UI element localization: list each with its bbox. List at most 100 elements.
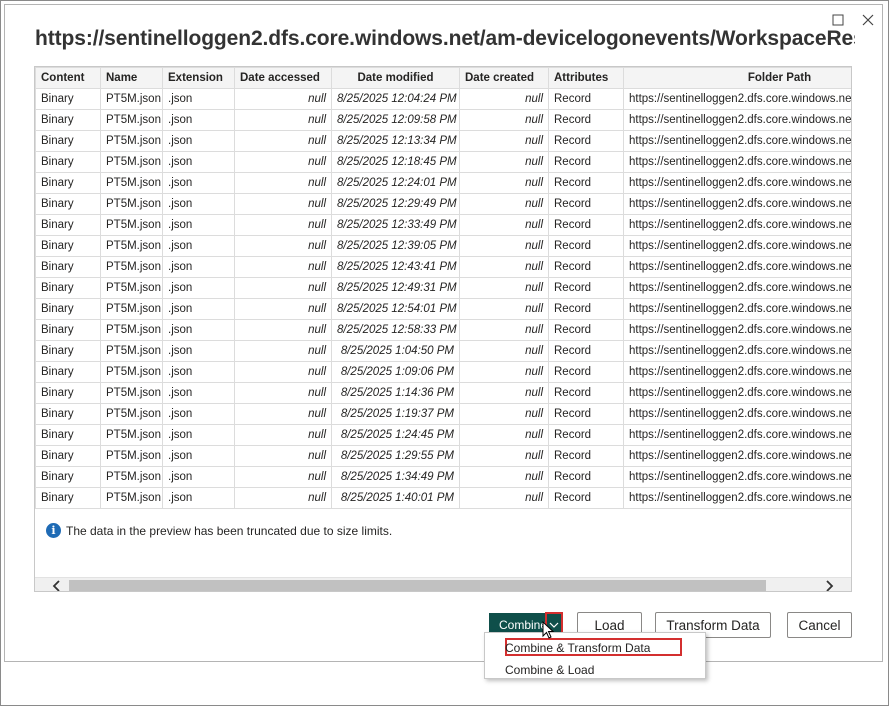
cell-content[interactable]: Binary: [35, 487, 101, 509]
column-header-content[interactable]: Content: [35, 67, 101, 89]
cell-content[interactable]: Binary: [35, 403, 101, 425]
scroll-right-icon[interactable]: [821, 579, 837, 591]
table-row[interactable]: Binary PT5M.json .json null 8/25/2025 12:49:…: [35, 277, 851, 299]
cell-date-created: null: [459, 319, 549, 341]
cell-extension: .json: [162, 361, 235, 383]
cell-content[interactable]: Binary: [35, 445, 101, 467]
cell-attributes[interactable]: Record: [548, 319, 624, 341]
cell-date-accessed: null: [234, 487, 332, 509]
table-row[interactable]: Binary PT5M.json .json null 8/25/2025 1:19:3…: [35, 403, 851, 425]
cell-folder-path: https://sentinelloggen2.dfs.core.windows…: [623, 298, 851, 320]
cell-content[interactable]: Binary: [35, 256, 101, 278]
cancel-button[interactable]: Cancel: [787, 612, 852, 638]
cell-attributes[interactable]: Record: [548, 235, 624, 257]
table-row[interactable]: Binary PT5M.json .json null 8/25/2025 12:43:…: [35, 256, 851, 278]
cell-attributes[interactable]: Record: [548, 256, 624, 278]
column-header-extension[interactable]: Extension: [162, 67, 235, 89]
column-header-name[interactable]: Name: [100, 67, 163, 89]
cell-content[interactable]: Binary: [35, 172, 101, 194]
cell-folder-path: https://sentinelloggen2.dfs.core.windows…: [623, 235, 851, 257]
cell-date-modified: 8/25/2025 12:43:41 PM: [331, 256, 460, 278]
cell-content[interactable]: Binary: [35, 340, 101, 362]
cell-attributes[interactable]: Record: [548, 214, 624, 236]
cell-attributes[interactable]: Record: [548, 277, 624, 299]
cell-date-accessed: null: [234, 361, 332, 383]
cell-content[interactable]: Binary: [35, 319, 101, 341]
cell-content[interactable]: Binary: [35, 466, 101, 488]
table-row[interactable]: Binary PT5M.json .json null 8/25/2025 1:40:0…: [35, 487, 851, 509]
cell-date-modified: 8/25/2025 12:54:01 PM: [331, 298, 460, 320]
table-row[interactable]: Binary PT5M.json .json null 8/25/2025 1:14:3…: [35, 382, 851, 404]
scrollbar-thumb[interactable]: [69, 580, 766, 591]
cell-attributes[interactable]: Record: [548, 193, 624, 215]
cell-extension: .json: [162, 172, 235, 194]
cell-content[interactable]: Binary: [35, 277, 101, 299]
table-row[interactable]: Binary PT5M.json .json null 8/25/2025 1:04:5…: [35, 340, 851, 362]
close-button[interactable]: [859, 11, 879, 31]
cell-attributes[interactable]: Record: [548, 130, 624, 152]
column-header-date-modified[interactable]: Date modified: [331, 67, 460, 89]
cell-content[interactable]: Binary: [35, 424, 101, 446]
dialog-title: https://sentinelloggen2.dfs.core.windows…: [35, 27, 855, 50]
maximize-button[interactable]: [829, 11, 849, 31]
cell-date-created: null: [459, 298, 549, 320]
cell-content[interactable]: Binary: [35, 109, 101, 131]
cell-content[interactable]: Binary: [35, 193, 101, 215]
cell-content[interactable]: Binary: [35, 151, 101, 173]
table-row[interactable]: Binary PT5M.json .json null 8/25/2025 1:09:0…: [35, 361, 851, 383]
horizontal-scrollbar[interactable]: [35, 577, 851, 591]
menu-item-combine-transform[interactable]: Combine & Transform Data: [505, 641, 650, 655]
cell-content[interactable]: Binary: [35, 214, 101, 236]
cell-date-accessed: null: [234, 340, 332, 362]
cell-attributes[interactable]: Record: [548, 109, 624, 131]
table-row[interactable]: Binary PT5M.json .json null 8/25/2025 12:18:…: [35, 151, 851, 173]
cell-content[interactable]: Binary: [35, 382, 101, 404]
column-header-date-accessed[interactable]: Date accessed: [234, 67, 332, 89]
cell-attributes[interactable]: Record: [548, 466, 624, 488]
cell-content[interactable]: Binary: [35, 130, 101, 152]
cell-date-modified: 8/25/2025 12:33:49 PM: [331, 214, 460, 236]
cell-content[interactable]: Binary: [35, 235, 101, 257]
cell-date-created: null: [459, 214, 549, 236]
cell-attributes[interactable]: Record: [548, 340, 624, 362]
cell-extension: .json: [162, 235, 235, 257]
cell-date-accessed: null: [234, 445, 332, 467]
cell-attributes[interactable]: Record: [548, 361, 624, 383]
cell-extension: .json: [162, 277, 235, 299]
cell-folder-path: https://sentinelloggen2.dfs.core.windows…: [623, 445, 851, 467]
table-row[interactable]: Binary PT5M.json .json null 8/25/2025 1:24:4…: [35, 424, 851, 446]
cell-attributes[interactable]: Record: [548, 424, 624, 446]
table-row[interactable]: Binary PT5M.json .json null 8/25/2025 1:34:4…: [35, 466, 851, 488]
table-row[interactable]: Binary PT5M.json .json null 8/25/2025 12:39:…: [35, 235, 851, 257]
cell-attributes[interactable]: Record: [548, 487, 624, 509]
cell-attributes[interactable]: Record: [548, 88, 624, 110]
table-row[interactable]: Binary PT5M.json .json null 8/25/2025 1:29:5…: [35, 445, 851, 467]
cell-attributes[interactable]: Record: [548, 151, 624, 173]
table-row[interactable]: Binary PT5M.json .json null 8/25/2025 12:33:…: [35, 214, 851, 236]
cell-attributes[interactable]: Record: [548, 382, 624, 404]
cell-attributes[interactable]: Record: [548, 445, 624, 467]
cell-content[interactable]: Binary: [35, 361, 101, 383]
column-header-date-created[interactable]: Date created: [459, 67, 549, 89]
table-row[interactable]: Binary PT5M.json .json null 8/25/2025 12:13:…: [35, 130, 851, 152]
column-header-folder-path[interactable]: Folder Path: [623, 67, 851, 89]
table-row[interactable]: Binary PT5M.json .json null 8/25/2025 12:09:…: [35, 109, 851, 131]
cell-attributes[interactable]: Record: [548, 172, 624, 194]
table-row[interactable]: Binary PT5M.json .json null 8/25/2025 12:29:…: [35, 193, 851, 215]
combine-dropdown-menu: Combine & Transform Data Combine & Load: [484, 632, 706, 679]
cell-extension: .json: [162, 403, 235, 425]
column-header-attributes[interactable]: Attributes: [548, 67, 624, 89]
table-row[interactable]: Binary PT5M.json .json null 8/25/2025 12:04:…: [35, 88, 851, 110]
cell-content[interactable]: Binary: [35, 298, 101, 320]
table-row[interactable]: Binary PT5M.json .json null 8/25/2025 12:54:…: [35, 298, 851, 320]
table-row[interactable]: Binary PT5M.json .json null 8/25/2025 12:58:…: [35, 319, 851, 341]
cell-content[interactable]: Binary: [35, 88, 101, 110]
cell-date-accessed: null: [234, 172, 332, 194]
table-row[interactable]: Binary PT5M.json .json null 8/25/2025 12:24:…: [35, 172, 851, 194]
cell-attributes[interactable]: Record: [548, 298, 624, 320]
cell-attributes[interactable]: Record: [548, 403, 624, 425]
cell-folder-path: https://sentinelloggen2.dfs.core.windows…: [623, 403, 851, 425]
cell-folder-path: https://sentinelloggen2.dfs.core.windows…: [623, 109, 851, 131]
scroll-left-icon[interactable]: [49, 579, 65, 591]
menu-item-combine-load[interactable]: Combine & Load: [505, 663, 594, 677]
